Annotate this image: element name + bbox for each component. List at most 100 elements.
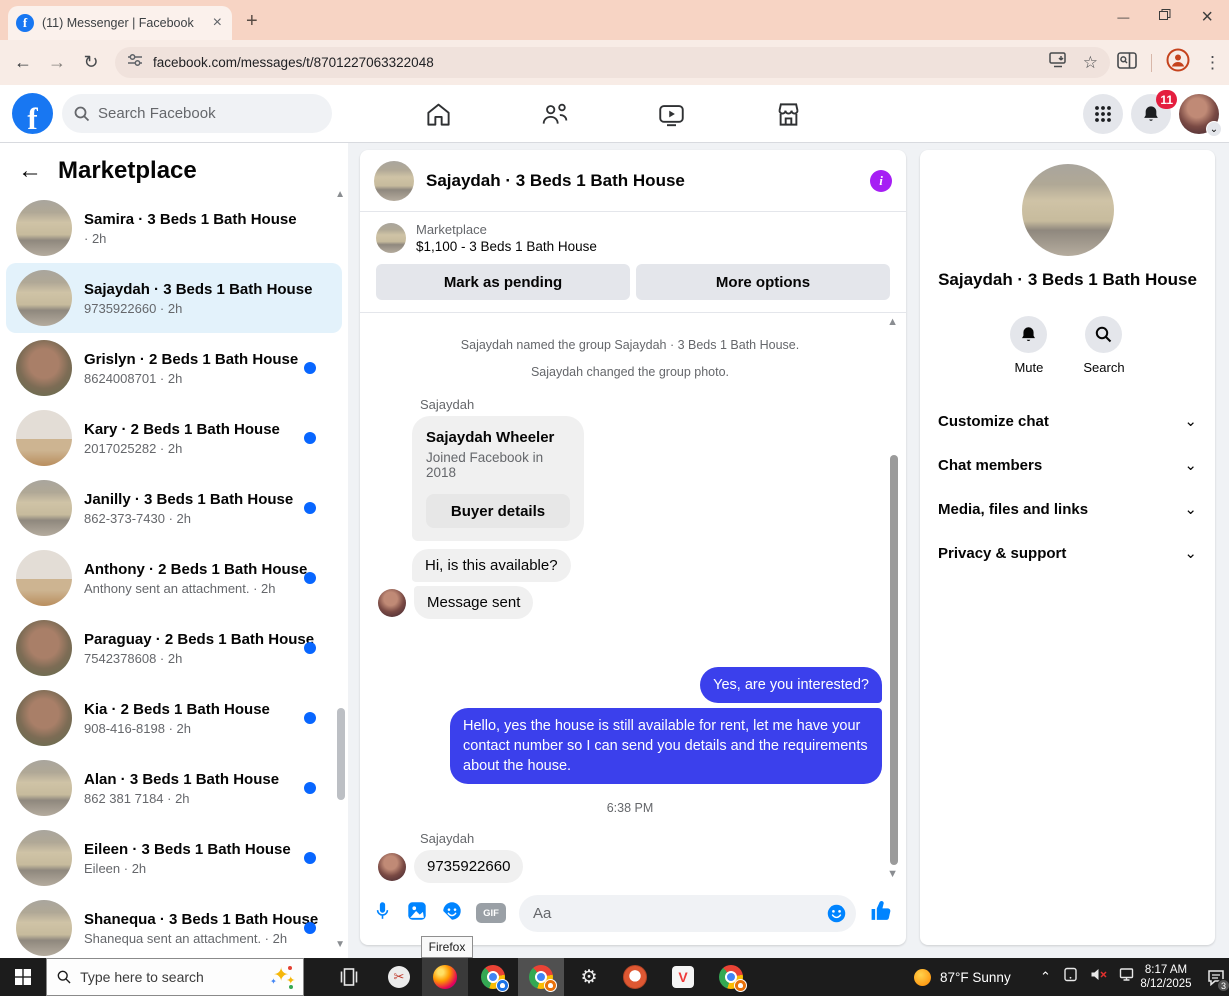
conversation-preview: 862-373-7430 · 2h: [84, 510, 191, 526]
screen: f (11) Messenger | Facebook × + — × ← → …: [0, 0, 1229, 996]
profile-avatar[interactable]: ⌄: [1179, 94, 1222, 137]
install-icon[interactable]: [1049, 52, 1067, 73]
details-section-row[interactable]: Media, files and links ⌄: [920, 487, 1215, 531]
forward-button[interactable]: →: [40, 52, 74, 73]
bell-icon: [1144, 106, 1158, 121]
action-center-badge: 3: [1217, 979, 1229, 992]
nav-watch-tab[interactable]: [653, 97, 689, 131]
facebook-logo[interactable]: f: [12, 93, 53, 134]
weather-widget[interactable]: 87°F Sunny: [914, 958, 1011, 996]
chrome-profile3-button[interactable]: [708, 958, 754, 996]
details-section-row[interactable]: Privacy & support ⌄: [920, 531, 1215, 575]
details-section-row[interactable]: Customize chat ⌄: [920, 399, 1215, 443]
action-center-button[interactable]: 3: [1203, 958, 1229, 996]
conversation-item[interactable]: Anthony · 2 Beds 1 Bath House Anthony se…: [6, 543, 342, 613]
apps-menu-button[interactable]: [1083, 94, 1123, 134]
chrome-profile1-button[interactable]: [470, 958, 516, 996]
conversation-item[interactable]: Kia · 2 Beds 1 Bath House 908-416-8198 ·…: [6, 683, 342, 753]
mute-label: Mute: [1014, 360, 1044, 375]
buyer-details-button[interactable]: Buyer details: [426, 494, 570, 528]
chat-scroll-up-icon[interactable]: ▲: [887, 316, 898, 328]
browser-profile-avatar[interactable]: [1166, 48, 1190, 77]
nav-marketplace-tab[interactable]: [770, 97, 806, 131]
conversation-avatar: [16, 760, 72, 816]
conversation-item[interactable]: Sajaydah · 3 Beds 1 Bath House 973592266…: [6, 263, 342, 333]
tray-chevron-icon[interactable]: ⌃: [1040, 969, 1051, 985]
notifications-button[interactable]: 11: [1131, 90, 1177, 134]
site-settings-icon[interactable]: [127, 52, 143, 73]
search-in-conversation-button[interactable]: Search: [1083, 316, 1125, 375]
emoji-button[interactable]: [826, 903, 847, 929]
start-button[interactable]: [0, 958, 46, 996]
conversation-item[interactable]: Grislyn · 2 Beds 1 Bath House 8624008701…: [6, 333, 342, 403]
chat-header-avatar[interactable]: [374, 160, 414, 201]
sticker-button[interactable]: [441, 900, 463, 927]
browser-tab[interactable]: f (11) Messenger | Facebook ×: [8, 6, 232, 40]
microphone-icon: [376, 902, 389, 919]
chat-scroll-down-icon[interactable]: ▼: [887, 868, 898, 880]
side-panel-search-icon[interactable]: [1117, 51, 1137, 74]
mute-button[interactable]: Mute: [1010, 316, 1048, 375]
task-view-button[interactable]: [326, 958, 372, 996]
conversation-item[interactable]: Samira · 3 Beds 1 Bath House · 2h: [6, 193, 342, 263]
unread-dot: [304, 922, 316, 934]
url-bar[interactable]: facebook.com/messages/t/8701227063322048…: [115, 47, 1110, 78]
vivaldi-button[interactable]: V: [660, 958, 706, 996]
settings-button[interactable]: ⚙: [566, 958, 612, 996]
window-restore-button[interactable]: [1159, 9, 1171, 25]
volume-muted-icon[interactable]: [1090, 967, 1107, 987]
conversation-item[interactable]: Alan · 3 Beds 1 Bath House 862 381 7184 …: [6, 753, 342, 823]
chrome-icon: [529, 965, 557, 992]
window-close-button[interactable]: ×: [1201, 7, 1213, 27]
conversation-item[interactable]: Eileen · 3 Beds 1 Bath House Eileen · 2h: [6, 823, 342, 893]
attach-image-button[interactable]: [406, 900, 428, 927]
conversation-item[interactable]: Janilly · 3 Beds 1 Bath House 862-373-74…: [6, 473, 342, 543]
reload-button[interactable]: ↻: [74, 52, 108, 73]
browser-menu-kebab-icon[interactable]: ⋮: [1204, 53, 1221, 73]
chat-panel: Sajaydah · 3 Beds 1 Bath House i Marketp…: [360, 150, 906, 945]
more-options-button[interactable]: More options: [636, 264, 890, 300]
tab-close-icon[interactable]: ×: [211, 14, 224, 32]
unread-dot: [304, 432, 316, 444]
tray-device-icon[interactable]: [1063, 967, 1078, 987]
details-section-row[interactable]: Chat members ⌄: [920, 443, 1215, 487]
mark-as-pending-button[interactable]: Mark as pending: [376, 264, 630, 300]
message-input[interactable]: [519, 894, 856, 932]
back-button[interactable]: ←: [6, 52, 40, 73]
conversation-avatar: [16, 900, 72, 956]
nav-friends-tab[interactable]: [537, 97, 573, 131]
new-tab-button[interactable]: +: [246, 10, 258, 33]
taskbar-search[interactable]: ✦✦✦: [46, 958, 304, 996]
gif-button[interactable]: GIF: [476, 903, 506, 923]
chrome-profile2-button[interactable]: [518, 958, 564, 996]
sender-label: Sajaydah: [420, 831, 475, 846]
snipping-tool-button[interactable]: ✂: [376, 958, 422, 996]
firefox-button[interactable]: [422, 958, 468, 996]
sidebar-scroll-up-icon[interactable]: ▲: [335, 189, 345, 200]
facebook-search[interactable]: Search Facebook: [62, 94, 332, 133]
conversation-name: Eileen · 3 Beds 1 Bath House: [84, 840, 291, 858]
listing-avatar: [376, 223, 406, 253]
sidebar-scroll-down-icon[interactable]: ▼: [335, 939, 345, 950]
conversation-item[interactable]: Shanequa · 3 Beds 1 Bath House Shanequa …: [6, 893, 342, 963]
nav-home-tab[interactable]: [420, 97, 456, 131]
search-icon: [57, 970, 71, 984]
taskbar-search-input[interactable]: [80, 969, 262, 985]
duckduckgo-button[interactable]: [612, 958, 658, 996]
bookmark-star-icon[interactable]: ☆: [1083, 53, 1098, 73]
back-arrow-icon[interactable]: ←: [18, 157, 42, 185]
voice-clip-button[interactable]: [372, 900, 393, 926]
conversation-item[interactable]: Kary · 2 Beds 1 Bath House 2017025282 · …: [6, 403, 342, 473]
duckduckgo-icon: [623, 965, 647, 989]
conversation-avatar: [16, 200, 72, 256]
conversation-info-button[interactable]: i: [870, 169, 892, 192]
sender-avatar: [378, 589, 406, 617]
watch-icon: [658, 104, 684, 126]
chat-scrollbar-thumb[interactable]: [890, 455, 898, 865]
weather-text: 87°F Sunny: [940, 969, 1011, 985]
taskbar-clock[interactable]: 8:17 AM 8/12/2025: [1133, 958, 1199, 996]
window-minimize-button[interactable]: —: [1117, 11, 1129, 23]
conversation-item[interactable]: Paraguay · 2 Beds 1 Bath House 754237860…: [6, 613, 342, 683]
sidebar-scrollbar-thumb[interactable]: [337, 708, 345, 800]
like-button[interactable]: [869, 898, 894, 928]
